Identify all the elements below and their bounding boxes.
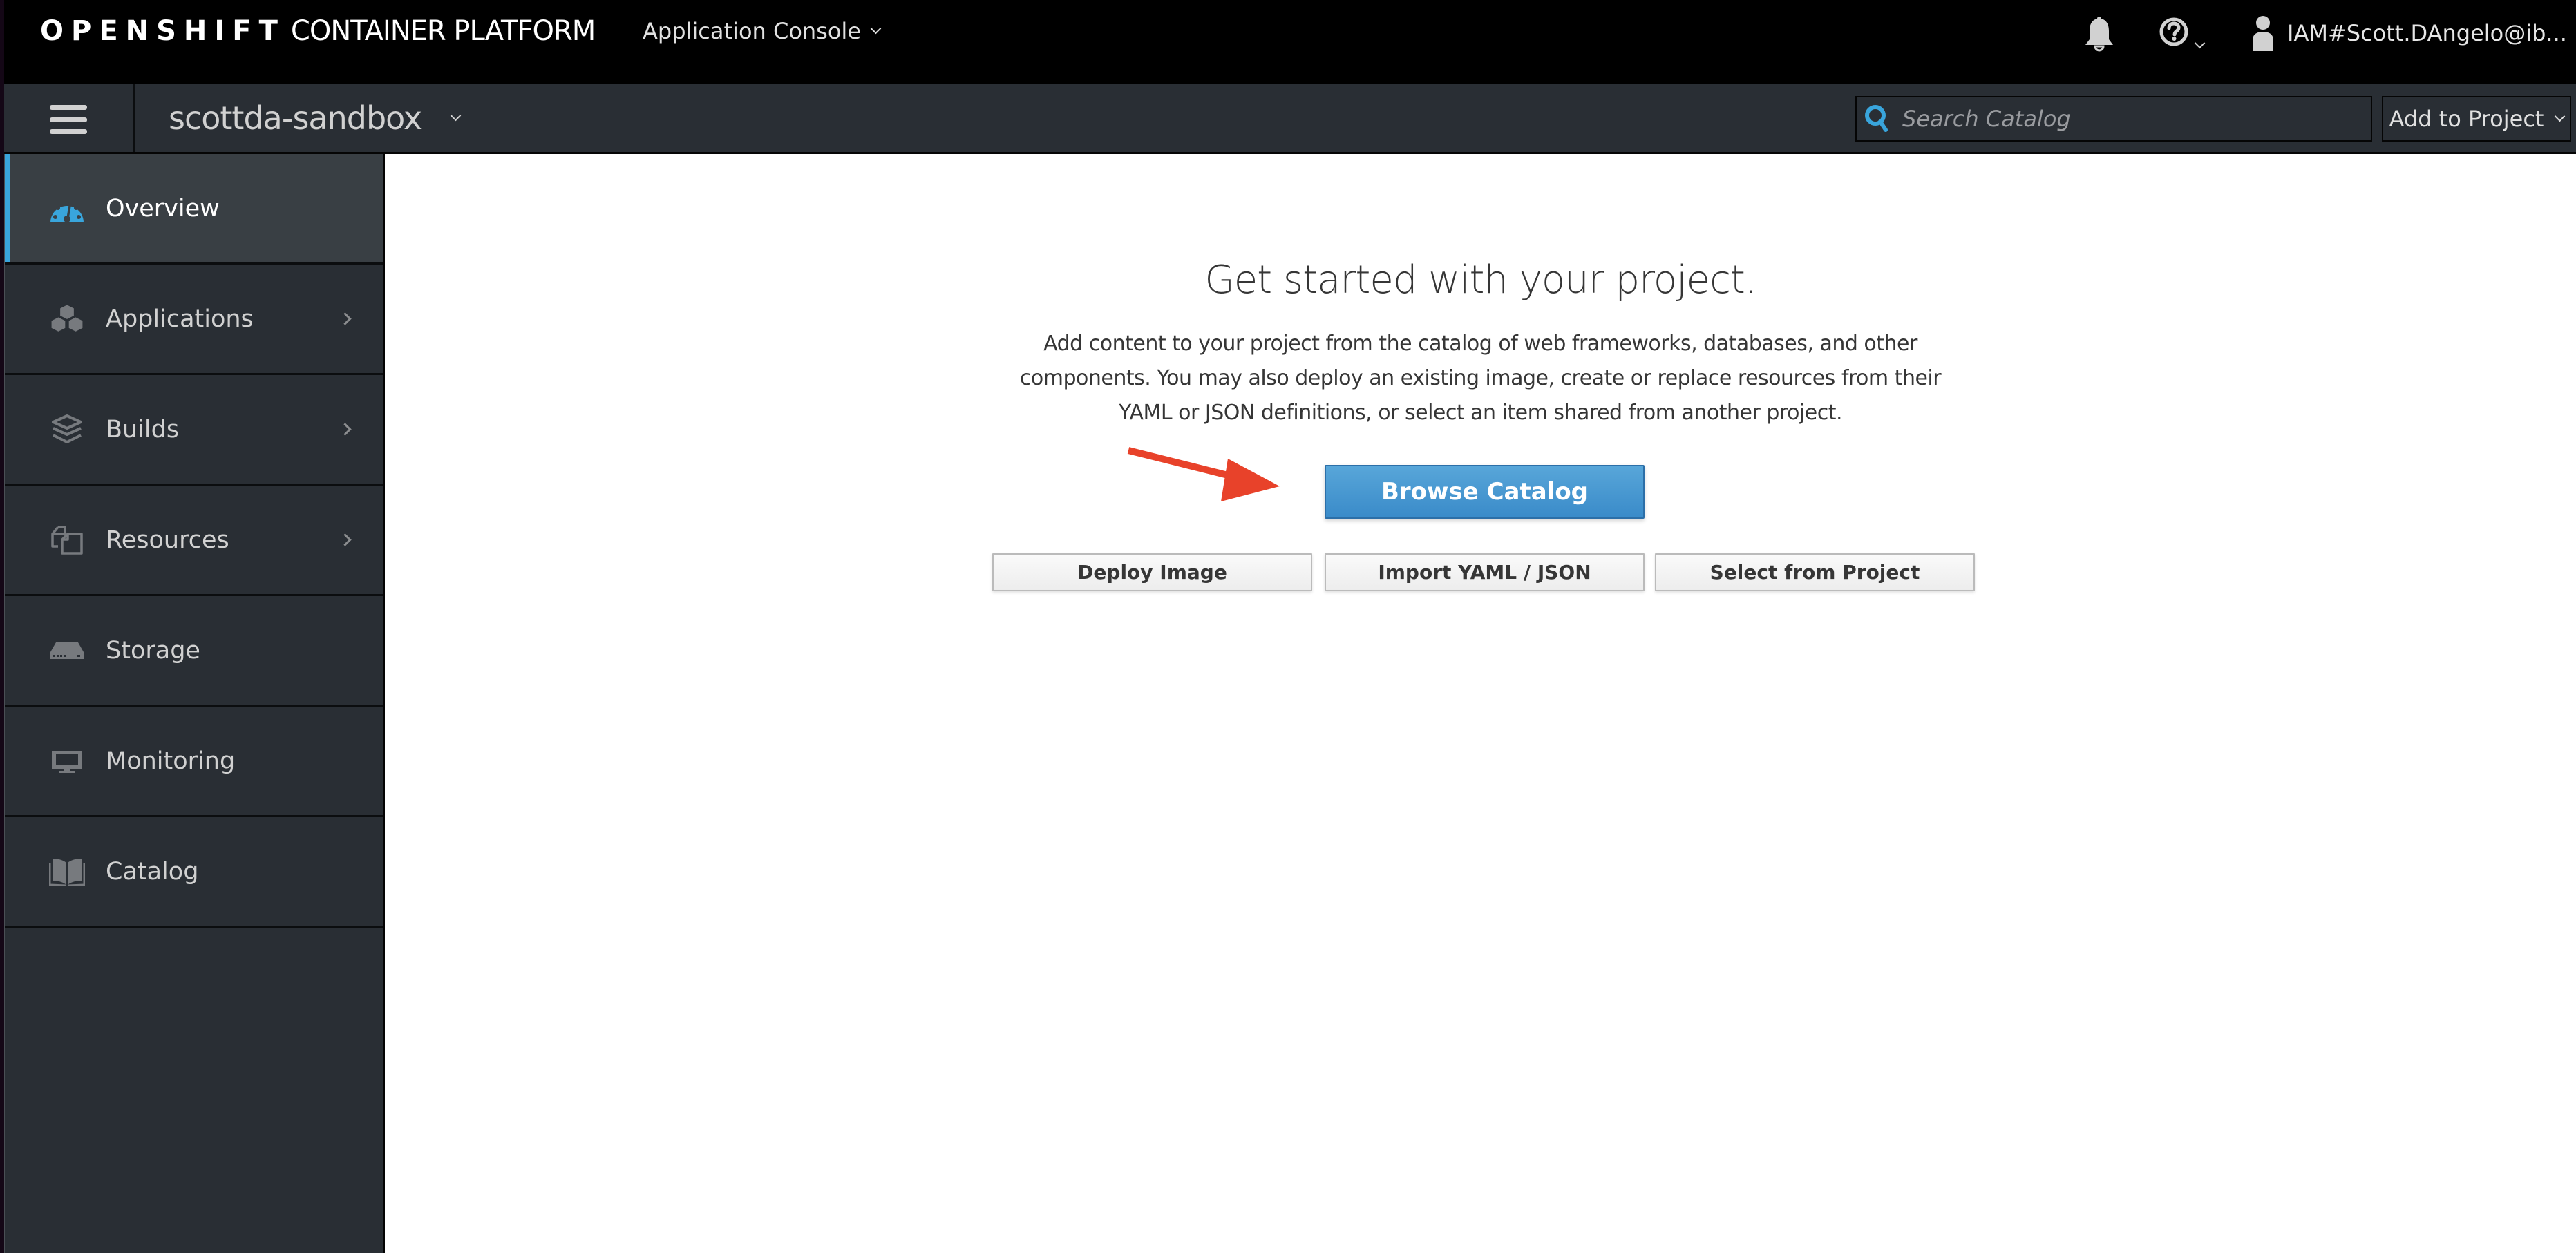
sidebar-item-catalog[interactable]: Catalog [5, 817, 383, 928]
cubes-icon [49, 301, 85, 337]
chevron-down-icon [450, 110, 462, 121]
sidebar-item-applications[interactable]: Applications [5, 265, 383, 375]
sidebar-item-builds[interactable]: Builds [5, 375, 383, 486]
annotation-arrow-icon [1127, 447, 1280, 501]
sidebar-item-label: Resources [106, 526, 229, 554]
sidebar-item-label: Applications [106, 305, 254, 333]
user-menu-dropdown[interactable]: IAM#Scott.DAngelo@ib... [2251, 15, 2576, 51]
layers-icon [49, 412, 85, 448]
chevron-right-icon [339, 533, 352, 546]
select-from-project-button[interactable]: Select from Project [1655, 553, 1975, 591]
brand-light-text: CONTAINER PLATFORM [290, 15, 596, 47]
main-content: Get started with your project. Add conte… [385, 154, 2576, 1253]
sidebar-item-label: Catalog [106, 857, 199, 886]
project-selector-dropdown[interactable]: scottda-sandbox [169, 99, 462, 137]
divider [133, 84, 135, 152]
book-icon [49, 854, 85, 890]
console-switcher-label: Application Console [643, 18, 861, 44]
chevron-down-icon [870, 23, 882, 34]
notifications-button[interactable] [2084, 15, 2114, 56]
sidebar-item-storage[interactable]: Storage [5, 596, 383, 707]
project-bar: scottda-sandbox Add to Project [4, 84, 2576, 154]
help-dropdown[interactable] [2159, 17, 2206, 49]
brand-logo[interactable]: OPENSHIFT CONTAINER PLATFORM [40, 15, 596, 47]
sidebar-item-label: Monitoring [106, 747, 236, 775]
chevron-down-icon [2555, 111, 2566, 122]
search-catalog-input[interactable] [1901, 105, 2346, 133]
dashboard-icon [49, 191, 85, 227]
browse-catalog-button[interactable]: Browse Catalog [1325, 465, 1645, 519]
import-yaml-json-button[interactable]: Import YAML / JSON [1325, 553, 1645, 591]
hamburger-icon-bar [50, 105, 87, 110]
chevron-down-icon [2194, 37, 2206, 49]
deploy-image-button[interactable]: Deploy Image [992, 553, 1312, 591]
question-circle-icon [2159, 17, 2188, 46]
top-header: OPENSHIFT CONTAINER PLATFORM Application… [4, 0, 2576, 84]
chevron-right-icon [339, 423, 352, 436]
storage-icon [49, 633, 85, 669]
sidebar-item-label: Builds [106, 415, 180, 443]
hamburger-menu-button[interactable] [50, 105, 87, 134]
console-switcher-dropdown[interactable]: Application Console [643, 18, 882, 44]
sidebar-item-resources[interactable]: Resources [5, 486, 383, 596]
monitor-icon [49, 743, 85, 779]
brand-bold-text: OPENSHIFT [40, 15, 285, 47]
user-icon [2253, 16, 2273, 51]
bell-icon [2085, 17, 2113, 52]
username: IAM#Scott.DAngelo@ib... [2287, 20, 2567, 46]
page-title: Get started with your project. [1204, 258, 1756, 303]
sidebar-nav: Overview Applications Builds Resources S… [4, 154, 386, 1253]
sidebar-item-label: Storage [106, 636, 200, 664]
add-to-project-dropdown[interactable]: Add to Project [2382, 96, 2571, 142]
hamburger-icon-bar [50, 129, 87, 134]
search-catalog-field[interactable] [1855, 96, 2372, 142]
copy-icon [49, 522, 85, 558]
project-name: scottda-sandbox [169, 99, 422, 137]
page-description: Add content to your project from the cat… [1019, 332, 1942, 425]
sidebar-item-label: Overview [106, 194, 220, 222]
hamburger-icon-bar [50, 117, 87, 122]
sidebar-item-monitoring[interactable]: Monitoring [5, 707, 383, 817]
sidebar-item-overview[interactable]: Overview [5, 154, 383, 265]
chevron-right-icon [339, 312, 352, 325]
add-to-project-label: Add to Project [2389, 106, 2544, 132]
search-icon [1865, 105, 1888, 132]
